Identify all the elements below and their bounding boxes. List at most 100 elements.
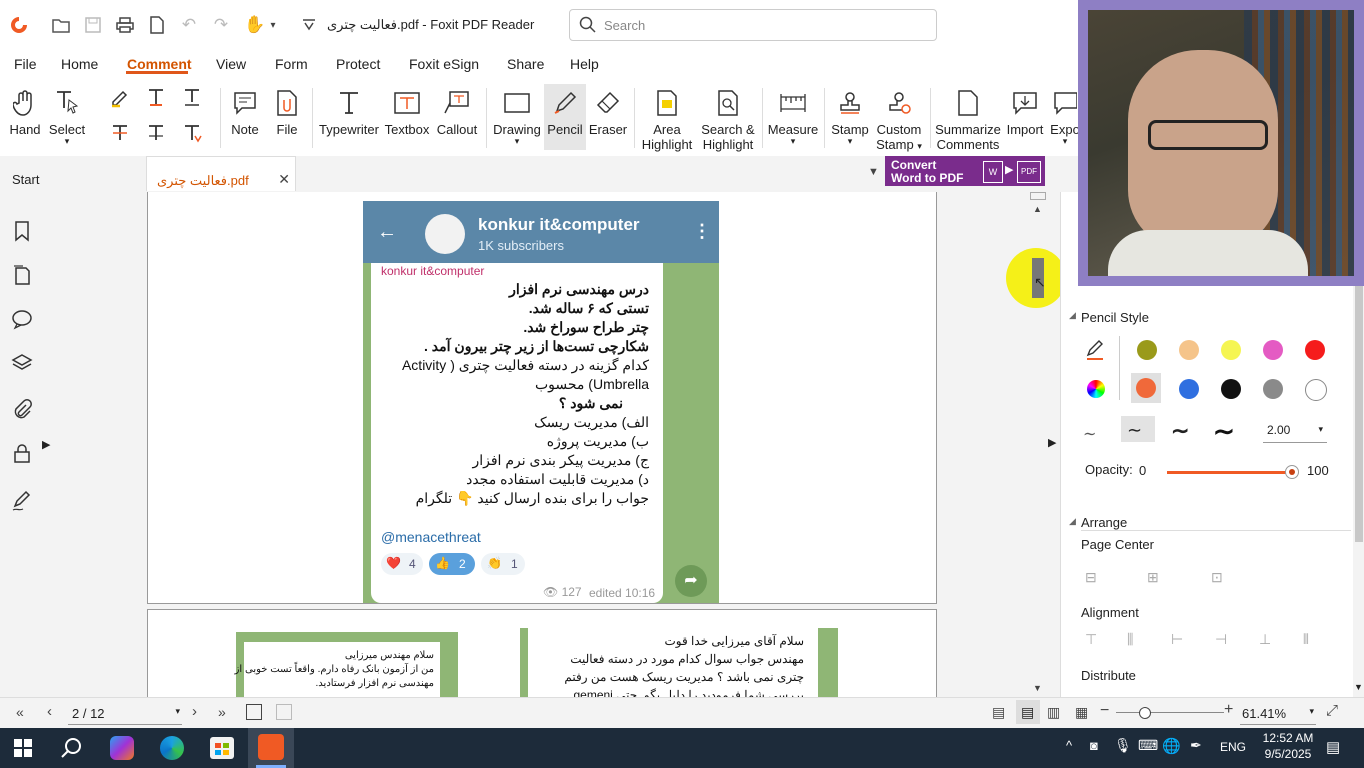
color-wheel-icon[interactable] [1087, 380, 1105, 398]
color-swatch[interactable] [1177, 338, 1201, 362]
new-document-icon[interactable] [146, 14, 168, 36]
measure-button[interactable]: Measure ▾ [766, 84, 820, 146]
zoom-out-icon[interactable]: − [1100, 702, 1109, 720]
area-highlight-button[interactable]: Area Highlight [638, 84, 696, 152]
scroll-down-arrow-icon[interactable]: ▼ [1033, 683, 1042, 693]
center-horizontal-icon[interactable]: ⊟ [1085, 569, 1097, 586]
print-icon[interactable] [114, 14, 136, 36]
opacity-slider-knob[interactable] [1285, 465, 1299, 479]
align-left-icon[interactable]: ⊢ [1171, 631, 1183, 648]
panel-scroll-down-icon[interactable]: ▼ [1354, 682, 1363, 692]
align-middle-icon[interactable]: ⫼ [1127, 631, 1133, 648]
tab-document[interactable]: فعالیت چتری.pdf ✕ [146, 156, 296, 191]
last-page-icon[interactable]: » [218, 704, 226, 720]
pencil-color-icon[interactable] [1085, 339, 1107, 361]
attachment-paperclip-icon[interactable] [11, 398, 33, 420]
summarize-comments-button[interactable]: Summarize Comments [934, 84, 1002, 152]
custom-stamp-button[interactable]: Custom Stamp ▾ [874, 84, 924, 152]
replace-text-button[interactable] [142, 122, 170, 147]
bookmark-icon[interactable] [11, 220, 33, 242]
ime-icon[interactable]: ⌨ [1138, 737, 1158, 754]
convert-word-to-pdf-banner[interactable]: Convert Word to PDF W ▶ PDF [885, 156, 1045, 186]
camera-icon[interactable]: ◙ [1090, 738, 1098, 753]
menu-share[interactable]: Share [507, 56, 544, 72]
thick-line-icon[interactable]: ∼ [1171, 418, 1189, 444]
document-viewer[interactable]: ← konkur it&computer 1K subscribers ⋮ ko… [52, 192, 1048, 697]
menu-file[interactable]: File [14, 56, 37, 72]
previous-page-icon[interactable]: ‹ [47, 703, 52, 720]
notification-icon[interactable]: ▤ [1326, 738, 1340, 756]
stamp-button[interactable]: Stamp ▾ [828, 84, 872, 146]
tab-list-chevron-icon[interactable]: ▼ [868, 166, 879, 178]
callout-button[interactable]: Callout [436, 84, 478, 137]
network-globe-icon[interactable]: 🌐 [1162, 737, 1181, 755]
clock-time[interactable]: 12:52 AM [1258, 731, 1318, 745]
color-swatch[interactable] [1131, 373, 1161, 403]
collapse-right-panel-arrow-icon[interactable]: ▶ [1048, 436, 1056, 449]
first-page-icon[interactable]: « [16, 704, 24, 720]
menu-home[interactable]: Home [61, 56, 98, 72]
pencil-button[interactable]: Pencil [544, 84, 586, 150]
note-button[interactable]: Note [226, 84, 264, 137]
save-icon[interactable] [82, 14, 104, 36]
comments-panel-icon[interactable] [11, 308, 33, 330]
close-tab-icon[interactable]: ✕ [278, 171, 290, 188]
textbox-button[interactable]: Textbox [384, 84, 430, 137]
panel-scroll-thumb[interactable] [1355, 282, 1363, 542]
insert-text-button[interactable] [178, 122, 206, 147]
open-folder-icon[interactable] [50, 14, 72, 36]
menu-protect[interactable]: Protect [336, 56, 380, 72]
line-width-dropdown[interactable]: 2.00 ▾ [1263, 420, 1327, 443]
microsoft-store-icon[interactable] [210, 737, 234, 759]
single-page-icon[interactable]: ▤ [992, 704, 1005, 721]
align-center-icon[interactable]: ⫴ [1303, 631, 1309, 648]
eraser-button[interactable]: Eraser [588, 84, 628, 137]
zoom-slider-knob[interactable] [1139, 707, 1151, 719]
view-mode-icon[interactable] [246, 704, 262, 720]
align-right-icon[interactable]: ⊣ [1215, 631, 1227, 648]
security-lock-icon[interactable] [11, 442, 33, 464]
underline-text-button[interactable] [178, 86, 206, 111]
zoom-slider-track[interactable] [1116, 712, 1224, 713]
align-top-icon[interactable]: ⊤ [1085, 631, 1097, 648]
color-swatch[interactable] [1303, 338, 1327, 362]
collapse-triangle-icon[interactable]: ◢ [1069, 310, 1076, 321]
center-both-icon[interactable]: ⊡ [1211, 569, 1223, 586]
language-indicator[interactable]: ENG [1220, 740, 1246, 754]
signature-pen-icon[interactable] [11, 490, 33, 512]
import-button[interactable]: Import [1004, 84, 1046, 137]
expand-panel-arrow-icon[interactable]: ▶ [42, 438, 50, 451]
search-input[interactable]: Search [569, 9, 937, 41]
hand-button[interactable]: Hand [4, 84, 46, 137]
tab-start[interactable]: Start [10, 156, 130, 190]
center-vertical-icon[interactable]: ⊞ [1147, 569, 1159, 586]
file-attachment-button[interactable]: File [270, 84, 304, 137]
typewriter-button[interactable]: Typewriter [318, 84, 380, 137]
windows-start-icon[interactable] [14, 739, 32, 757]
collapse-triangle-icon[interactable]: ◢ [1069, 516, 1076, 527]
thin-line-icon[interactable]: ∼ [1083, 424, 1096, 444]
taskbar-search-icon[interactable] [60, 736, 84, 760]
fullscreen-icon[interactable]: ⤢ [1326, 702, 1338, 719]
page-number-input[interactable]: 2 / 12 ▾ [68, 702, 182, 725]
foxit-taskbar-button[interactable] [248, 728, 294, 768]
menu-foxit-esign[interactable]: Foxit eSign [409, 56, 479, 72]
microphone-icon[interactable]: 🎙 [1114, 737, 1132, 754]
color-swatch[interactable] [1219, 338, 1243, 362]
search-highlight-button[interactable]: Search & Highlight [700, 84, 756, 152]
edge-browser-icon[interactable] [160, 736, 184, 760]
drawing-button[interactable]: Drawing ▾ [492, 84, 542, 146]
system-tray-chevron-icon[interactable]: ^ [1066, 738, 1072, 753]
squiggly-text-button[interactable] [106, 122, 134, 147]
layers-icon[interactable] [11, 352, 33, 374]
facing-page-icon[interactable]: ▥ [1047, 704, 1060, 721]
menu-comment[interactable]: Comment [127, 56, 192, 72]
color-swatch[interactable] [1135, 338, 1159, 362]
redo-icon[interactable]: ↷ [210, 14, 232, 36]
chevron-down-icon[interactable]: ▾ [262, 14, 284, 36]
zoom-in-icon[interactable]: + [1224, 701, 1233, 719]
pen-icon[interactable]: ✒ [1190, 737, 1202, 754]
color-swatch[interactable] [1177, 377, 1201, 401]
clock-date[interactable]: 9/5/2025 [1258, 747, 1318, 761]
thickest-line-icon[interactable]: ∼ [1213, 416, 1235, 447]
